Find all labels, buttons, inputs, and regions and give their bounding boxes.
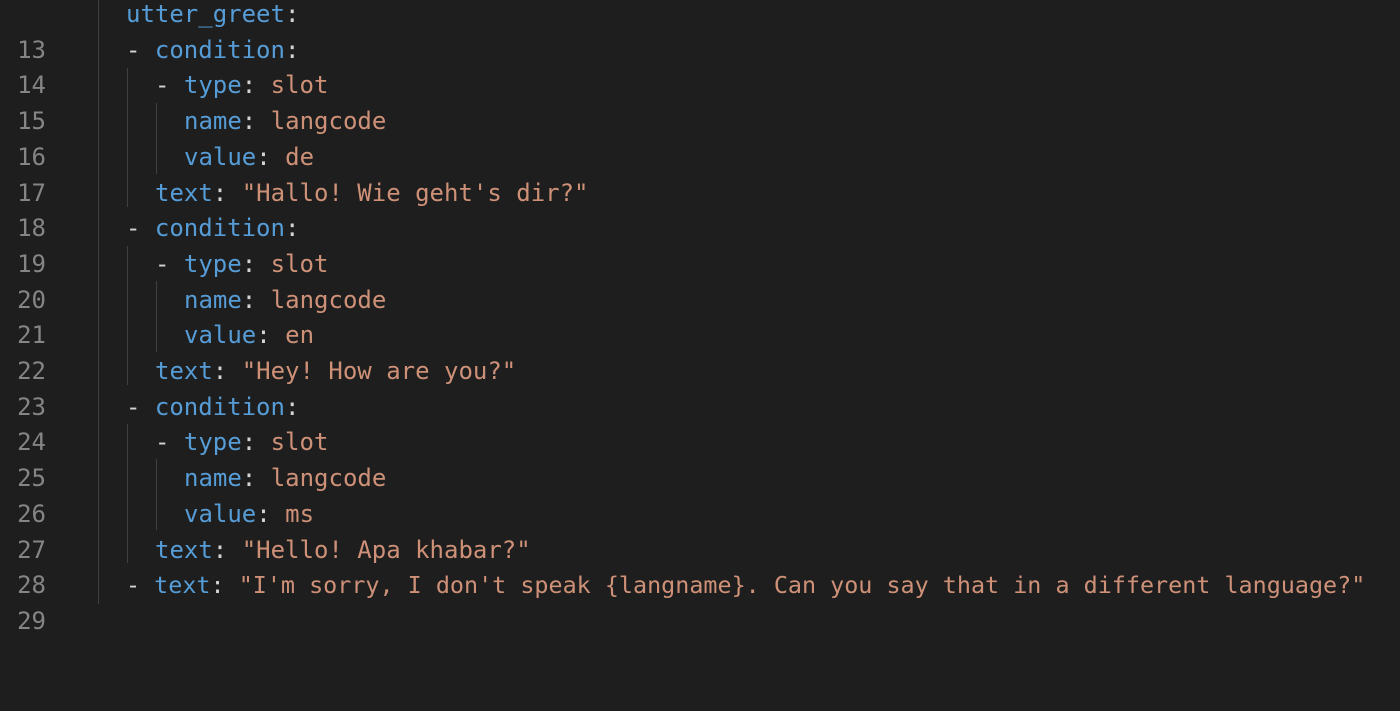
yaml-separator: : <box>241 428 271 457</box>
yaml-string-value: "Hallo! Wie geht's dir?" <box>241 178 589 207</box>
code-line[interactable]: 29 - text: "I'm sorry, I don't speak {la… <box>0 568 1400 635</box>
code-line[interactable]: 15 - type: slot <box>0 68 1400 135</box>
yaml-separator: : <box>241 249 271 278</box>
line-number: 29 <box>17 606 46 635</box>
yaml-separator: : <box>241 71 271 100</box>
yaml-separator: : <box>256 499 286 528</box>
code-line[interactable]: 27 value: ms <box>0 497 1400 564</box>
yaml-value: en <box>285 321 315 350</box>
yaml-separator: : <box>212 535 242 564</box>
yaml-key: name <box>184 107 242 136</box>
yaml-separator: : <box>256 321 286 350</box>
list-dash: - <box>126 35 155 64</box>
yaml-separator: : <box>212 178 242 207</box>
yaml-separator: : <box>284 214 300 243</box>
yaml-value: slot <box>270 428 329 457</box>
yaml-value: langcode <box>270 107 387 136</box>
list-dash: - <box>126 214 155 243</box>
yaml-key: type <box>183 428 242 457</box>
yaml-key: utter_greet <box>126 0 285 28</box>
yaml-key: text <box>155 178 213 207</box>
yaml-key: condition <box>154 214 285 243</box>
code-line[interactable]: 25 - type: slot <box>0 425 1400 492</box>
yaml-key: condition <box>154 392 285 421</box>
yaml-string-value: "Hey! How are you?" <box>241 357 517 385</box>
yaml-key: text <box>155 357 213 385</box>
code-line[interactable]: 23 text: "Hey! How are you?" <box>0 354 1400 421</box>
code-line[interactable]: 24 - condition: <box>0 390 1400 457</box>
yaml-string-value: "I'm sorry, I don't speak {langname}. Ca… <box>238 571 1366 600</box>
yaml-key: value <box>184 142 257 171</box>
code-line[interactable]: 14 - condition: <box>0 33 1400 100</box>
code-editor[interactable]: 13 utter_greet: 14 - condition: 15 - typ… <box>0 0 1400 635</box>
yaml-value: slot <box>270 71 329 100</box>
yaml-key: value <box>184 499 257 528</box>
yaml-key: condition <box>154 35 285 64</box>
code-line[interactable]: 20 - type: slot <box>0 247 1400 314</box>
yaml-separator: : <box>256 142 286 171</box>
yaml-separator: : <box>241 107 271 136</box>
yaml-key: value <box>184 321 257 350</box>
yaml-separator: : <box>241 464 271 493</box>
yaml-value: slot <box>270 249 329 278</box>
yaml-key: name <box>184 464 242 493</box>
yaml-key: type <box>183 249 242 278</box>
yaml-string-value: "Hello! Apa khabar?" <box>241 535 531 564</box>
yaml-separator: : <box>284 0 300 28</box>
yaml-key: type <box>183 71 242 100</box>
yaml-value: langcode <box>270 464 387 493</box>
yaml-value: ms <box>285 499 315 528</box>
code-line[interactable]: 19 - condition: <box>0 211 1400 278</box>
yaml-separator: : <box>210 571 239 600</box>
yaml-key: text <box>155 535 213 564</box>
yaml-separator: : <box>284 392 300 421</box>
list-dash: - <box>126 571 155 600</box>
code-line[interactable]: 21 name: langcode <box>0 283 1400 350</box>
list-dash: - <box>155 71 184 100</box>
code-line[interactable]: 13 utter_greet: <box>0 0 1400 64</box>
code-line[interactable]: 16 name: langcode <box>0 104 1400 171</box>
yaml-key: name <box>184 285 242 314</box>
yaml-separator: : <box>241 285 271 314</box>
yaml-value: de <box>285 142 315 171</box>
list-dash: - <box>155 249 184 278</box>
yaml-separator: : <box>284 35 300 64</box>
code-line[interactable]: 17 value: de <box>0 140 1400 207</box>
yaml-value: langcode <box>270 285 387 314</box>
code-line[interactable]: 28 text: "Hello! Apa khabar?" <box>0 533 1400 600</box>
code-line[interactable]: 18 text: "Hallo! Wie geht's dir?" <box>0 176 1400 243</box>
list-dash: - <box>126 392 155 421</box>
code-line[interactable]: 22 value: en <box>0 318 1400 385</box>
code-line[interactable]: 26 name: langcode <box>0 461 1400 528</box>
yaml-key: text <box>154 571 211 600</box>
yaml-separator: : <box>212 357 242 385</box>
list-dash: - <box>155 428 184 457</box>
